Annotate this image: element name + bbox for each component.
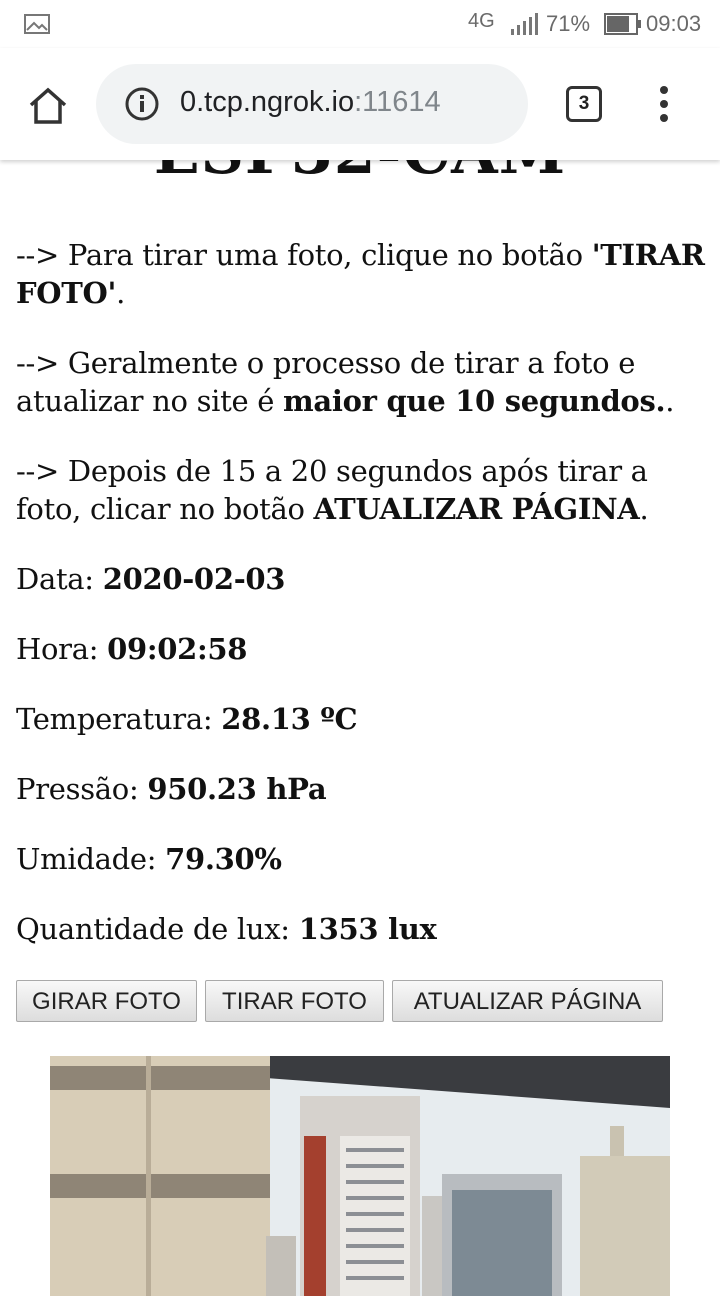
status-clock: 09:03 (646, 11, 702, 36)
reading-value: 79.30% (165, 842, 282, 876)
instruction-suffix: . (665, 384, 675, 418)
reading-label: Hora: (16, 632, 108, 666)
instruction-emphasis: maior que 10 segundos. (283, 384, 666, 418)
reading-pressure: Pressão: 950.23 hPa (16, 770, 706, 808)
battery-icon (604, 13, 641, 35)
status-bar: 4G 71% 09:03 (0, 0, 720, 48)
address-bar[interactable]: 0.tcp.ngrok.io:11614 (96, 64, 528, 144)
url-host: 0.tcp.ngrok.io (180, 86, 355, 118)
reading-label: Quantidade de lux: (16, 912, 299, 946)
instruction-photo: --> Para tirar uma foto, clique no botão… (16, 236, 706, 312)
more-options-icon[interactable] (654, 84, 674, 124)
home-icon[interactable] (28, 86, 68, 126)
reading-label: Temperatura: (16, 702, 222, 736)
camera-photo (50, 1056, 670, 1296)
reading-time: Hora: 09:02:58 (16, 630, 706, 668)
reading-label: Data: (16, 562, 103, 596)
take-photo-button[interactable]: TIRAR FOTO (205, 980, 384, 1022)
browser-toolbar: 0.tcp.ngrok.io:11614 3 (0, 48, 720, 160)
reading-lux: Quantidade de lux: 1353 lux (16, 910, 706, 948)
reading-value: 1353 lux (298, 912, 437, 946)
reading-value: 28.13 ºC (221, 702, 358, 736)
url-text[interactable]: 0.tcp.ngrok.io:11614 (180, 86, 441, 119)
instruction-suffix: . (639, 492, 649, 526)
site-info-icon[interactable] (124, 86, 160, 122)
tab-switcher-button[interactable]: 3 (566, 86, 602, 122)
refresh-page-button[interactable]: ATUALIZAR PÁGINA (392, 980, 663, 1022)
reading-label: Pressão: (16, 772, 148, 806)
instruction-text: --> Para tirar uma foto, clique no botão (16, 238, 592, 272)
reading-date: Data: 2020-02-03 (16, 560, 706, 598)
url-port: :11614 (354, 86, 441, 118)
instruction-suffix: . (116, 276, 125, 310)
network-type: 4G (468, 10, 495, 32)
reading-humidity: Umidade: 79.30% (16, 840, 706, 878)
reading-value: 09:02:58 (107, 632, 248, 666)
image-notification-icon (24, 14, 50, 34)
reading-label: Umidade: (16, 842, 166, 876)
instruction-emphasis: ATUALIZAR PÁGINA (313, 492, 640, 526)
reading-value: 950.23 hPa (147, 772, 327, 806)
battery-percentage: 71% (546, 11, 591, 36)
signal-icon (511, 13, 538, 35)
rotate-photo-button[interactable]: GIRAR FOTO (16, 980, 197, 1022)
reading-value: 2020-02-03 (102, 562, 286, 596)
instruction-refresh: --> Depois de 15 a 20 segundos após tira… (16, 452, 706, 528)
instruction-duration: --> Geralmente o processo de tirar a fot… (16, 344, 706, 420)
web-page: ESP32-CAM --> Para tirar uma foto, cliqu… (0, 0, 720, 1296)
reading-temperature: Temperatura: 28.13 ºC (16, 700, 706, 738)
camera-photo-image (50, 1056, 670, 1296)
